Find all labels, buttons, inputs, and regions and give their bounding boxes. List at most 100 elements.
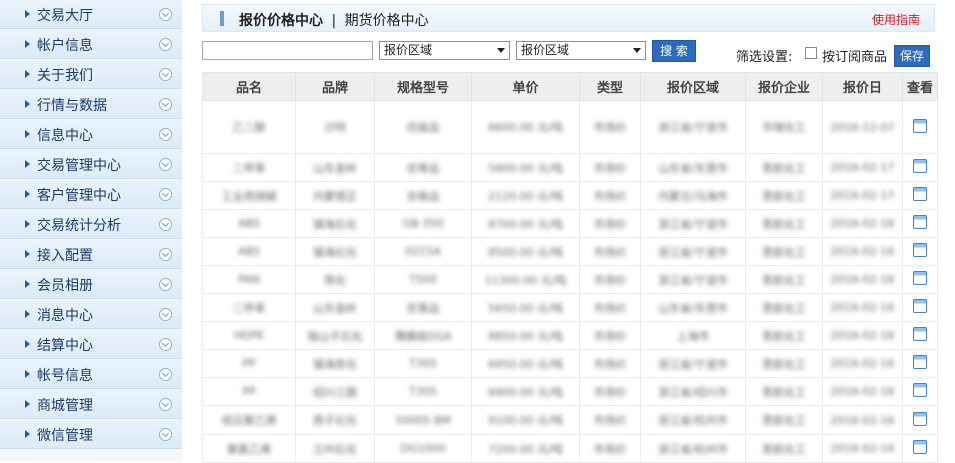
- table-cell: 思航化工: [745, 405, 823, 435]
- search-input[interactable]: [202, 41, 373, 60]
- table-row[interactable]: 低压聚乙烯 扬子石化 5000S BM 9100.00 元/吨 市场价 浙江省/杭州市 思航…: [202, 405, 938, 435]
- cell-text: 市场价: [593, 357, 627, 371]
- table-row[interactable]: PP 镇海炼化 T30S 6950.00 元/吨 市场价 浙江省/宁波市 思航化工 2016-…: [202, 349, 938, 378]
- view-detail-icon[interactable]: [913, 215, 927, 229]
- sidebar-item[interactable]: 交易统计分析: [0, 210, 182, 239]
- sidebar-item[interactable]: 信息中心: [0, 120, 182, 149]
- sidebar-item[interactable]: 关于我们: [0, 60, 182, 89]
- chevron-down-icon[interactable]: [159, 278, 172, 291]
- view-detail-icon[interactable]: [913, 187, 927, 201]
- sidebar-item-label: 帐户信息: [37, 38, 93, 54]
- view-detail-icon[interactable]: [913, 383, 927, 397]
- table-cell: 沙特: [295, 100, 375, 154]
- chevron-down-icon[interactable]: [159, 128, 172, 141]
- view-detail-icon[interactable]: [913, 327, 927, 341]
- chevron-down-icon[interactable]: [159, 8, 172, 21]
- subscribe-checkbox[interactable]: [805, 47, 817, 59]
- view-detail-icon[interactable]: [913, 243, 927, 257]
- view-cell: [902, 377, 938, 406]
- cell-text: 优级品: [406, 121, 440, 134]
- chevron-down-icon[interactable]: [159, 98, 172, 111]
- chevron-down-icon[interactable]: [159, 218, 172, 231]
- sidebar-item[interactable]: 帐户信息: [0, 30, 182, 59]
- table-row[interactable]: HDPE 独山子石化 薄膜级DGA 8850.00 元/吨 市场价 上海市 思航化工 2016…: [202, 321, 938, 350]
- table-row[interactable]: 乙二醇 沙特 优级品 6600.00 元/吨 市场价 浙江省/宁波市 华瑞化工 2016-12…: [202, 100, 938, 154]
- cell-text: T30S: [409, 385, 437, 398]
- view-detail-icon[interactable]: [913, 159, 927, 173]
- sidebar-item[interactable]: 行情与数据: [0, 90, 182, 119]
- chevron-down-icon[interactable]: [159, 248, 172, 261]
- table-cell: 兰州石化: [295, 434, 375, 463]
- title-separator: |: [331, 13, 337, 29]
- table-row[interactable]: PAN 燕化 T500 11300.00 元/吨 市场价 浙江省/宁波市 思航化工 2016-…: [202, 265, 938, 294]
- cell-text: 2016-02-16: [830, 301, 895, 314]
- table-row[interactable]: PP 绍兴三圆 T30S 6900.00 元/吨 市场价 浙江省/绍兴市 思航化工 2016-…: [202, 377, 938, 406]
- sidebar-item-label: 交易大厅: [37, 8, 93, 24]
- sidebar-item[interactable]: 消息中心: [0, 300, 182, 329]
- cell-text: 浙江省/杭州市: [658, 442, 728, 456]
- table-row[interactable]: 二甲苯 山东金岭 优等品 5650.00 元/吨 市场价 山东省/东营市 思航化工 2016-…: [202, 293, 938, 322]
- table-cell: 薄膜级DGA: [374, 321, 472, 350]
- table-cell: HDPE: [202, 321, 296, 350]
- cell-text: 二甲苯: [232, 301, 266, 315]
- chevron-down-icon[interactable]: [159, 338, 172, 351]
- chevron-down-icon[interactable]: [159, 158, 172, 171]
- search-button[interactable]: 搜 索: [652, 40, 696, 62]
- sidebar-item-label: 微信管理: [37, 428, 93, 444]
- view-detail-icon[interactable]: [913, 271, 927, 285]
- chevron-down-icon[interactable]: [159, 38, 172, 51]
- table-cell: 扬子石化: [295, 405, 375, 435]
- table-cell: 镇海炼化: [295, 349, 375, 378]
- chevron-down-icon[interactable]: [159, 188, 172, 201]
- region-select-2[interactable]: 报价区域: [516, 41, 646, 60]
- chevron-down-icon[interactable]: [159, 368, 172, 381]
- cell-text: 思航化工: [762, 385, 806, 399]
- column-header: 类型: [579, 72, 641, 101]
- view-detail-icon[interactable]: [913, 299, 927, 313]
- table-cell: 5650.00 元/吨: [471, 293, 580, 322]
- cell-text: 市场价: [593, 161, 627, 175]
- table-row[interactable]: 二甲苯 山东金岭 优等品 5800.00 元/吨 市场价 山东省/东营市 思航化工 2016-…: [202, 153, 938, 182]
- sidebar-item[interactable]: 微信管理: [0, 420, 182, 449]
- filter-settings-label: 筛选设置:: [736, 50, 793, 65]
- cell-text: 思航化工: [762, 273, 806, 287]
- cell-text: 2016-02-17: [830, 189, 895, 202]
- view-detail-icon[interactable]: [913, 440, 927, 454]
- cell-text: 市场价: [593, 442, 627, 456]
- table-row[interactable]: 工业用烧碱 内蒙德正 合格品 2120.00 元/吨 市场价 内蒙古/乌海市 思航化工 201…: [202, 181, 938, 210]
- view-detail-icon[interactable]: [913, 411, 927, 426]
- region-select-1[interactable]: 报价区域: [379, 41, 510, 60]
- cell-text: 2016-02-16: [830, 273, 895, 286]
- table-cell: 优等品: [374, 153, 472, 182]
- chevron-down-icon[interactable]: [159, 308, 172, 321]
- view-detail-icon[interactable]: [913, 355, 927, 369]
- sidebar-item[interactable]: 接入配置: [0, 240, 182, 269]
- sidebar-item[interactable]: 交易大厅: [0, 0, 182, 29]
- cell-text: 6950.00 元/吨: [488, 357, 563, 371]
- price-table: 品名 品牌 规格型号 单价 类型 报价区域 报价企业 报价日 查看 乙二醇 沙特 优级品 6600.0…: [202, 72, 938, 463]
- chevron-down-icon[interactable]: [159, 428, 172, 441]
- table-row[interactable]: ABS 镇海石化 GB-350 8700.00 元/吨 市场价 浙江省/宁波市 思航化工 20…: [202, 209, 938, 238]
- table-row[interactable]: 聚氯乙烯 兰州石化 DG1000 7200.00 元/吨 市场价 浙江省/杭州市 思航化工 2…: [202, 434, 938, 463]
- table-cell: 7200.00 元/吨: [471, 434, 580, 463]
- save-button[interactable]: 保存: [894, 45, 930, 67]
- sidebar-item[interactable]: 商城管理: [0, 390, 182, 419]
- sidebar-item[interactable]: 结算中心: [0, 330, 182, 359]
- sidebar-item[interactable]: 会员相册: [0, 270, 182, 299]
- title-sub[interactable]: 期货价格中心: [345, 13, 429, 29]
- table-cell: 8700.00 元/吨: [471, 209, 580, 238]
- chevron-down-icon[interactable]: [159, 68, 172, 81]
- help-link[interactable]: 使用指南: [872, 11, 920, 28]
- sidebar-item[interactable]: 交易管理中心: [0, 150, 182, 179]
- chevron-down-icon[interactable]: [159, 398, 172, 411]
- table-cell: 内蒙德正: [295, 181, 375, 210]
- table-cell: 浙江省/宁波市: [640, 100, 746, 154]
- table-cell: 低压聚乙烯: [202, 405, 296, 435]
- sidebar-item-label: 商城管理: [37, 398, 93, 414]
- sidebar-item[interactable]: 帐号信息: [0, 360, 182, 389]
- table-row[interactable]: ABS 镇海石化 0215A 8500.00 元/吨 市场价 浙江省/宁波市 思航化工 201…: [202, 237, 938, 266]
- table-cell: 优级品: [374, 100, 472, 154]
- header-marker: [220, 11, 224, 26]
- view-detail-icon[interactable]: [913, 118, 927, 133]
- sidebar-item[interactable]: 客户管理中心: [0, 180, 182, 209]
